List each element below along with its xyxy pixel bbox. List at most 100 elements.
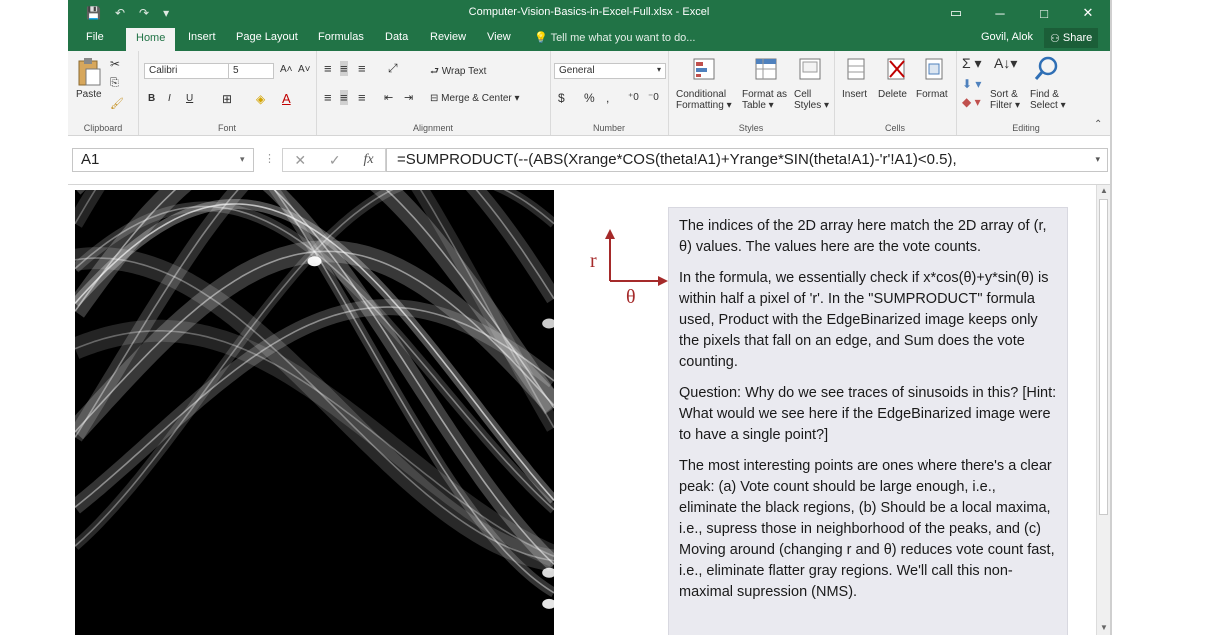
name-box-dropdown-icon[interactable]: ▾: [240, 154, 245, 165]
format-cells-icon[interactable]: [922, 57, 946, 81]
scroll-down-icon[interactable]: ▼: [1100, 623, 1108, 632]
alignment-group: ≡ ≡ ≡ ⤢ ⮐ Wrap Text ≡ ≡ ≡ ⇤ ⇥ ⊟ Merge & …: [316, 51, 551, 135]
tab-home[interactable]: Home: [126, 28, 176, 51]
vertical-scrollbar[interactable]: ▲ ▼: [1096, 185, 1110, 635]
cell-styles-button[interactable]: Cell Styles ▾: [794, 89, 829, 111]
sort-filter-button[interactable]: Sort & Filter ▾: [990, 89, 1020, 111]
window-right-border: [1110, 0, 1112, 635]
shrink-font-icon[interactable]: A˅: [298, 64, 311, 75]
format-button[interactable]: Format: [916, 89, 948, 100]
autosum-icon[interactable]: Σ ▾: [962, 55, 982, 72]
conditional-formatting-button[interactable]: Conditional Formatting ▾: [676, 89, 732, 111]
delete-button[interactable]: Delete: [878, 89, 907, 100]
cut-icon[interactable]: ✂: [110, 57, 120, 71]
align-center-icon[interactable]: ≡: [340, 90, 348, 105]
minimize-button[interactable]: ─: [978, 0, 1022, 26]
tab-data[interactable]: Data: [385, 31, 408, 43]
number-format-dropdown[interactable]: General ▾: [554, 63, 666, 79]
italic-button[interactable]: I: [168, 93, 171, 104]
format-as-table-button[interactable]: Format as Table ▾: [742, 89, 787, 111]
scroll-thumb[interactable]: [1099, 199, 1108, 515]
fill-color-icon[interactable]: ◈: [256, 92, 265, 106]
insert-cells-icon[interactable]: [844, 57, 868, 81]
tab-file[interactable]: File: [86, 31, 104, 43]
cells-group: Insert Delete Format Cells: [834, 51, 957, 135]
theta-axis-arrow-icon: [658, 276, 668, 286]
paste-label[interactable]: Paste: [76, 89, 102, 100]
tab-view[interactable]: View: [487, 31, 511, 43]
ribbon-tabs: File Home Insert Page Layout Formulas Da…: [68, 26, 1110, 51]
find-select-button[interactable]: Find & Select ▾: [1030, 89, 1066, 111]
increase-indent-icon[interactable]: ⇥: [404, 91, 413, 104]
formula-bar-grip-icon: ⋮: [264, 153, 275, 165]
bold-button[interactable]: B: [148, 93, 155, 104]
maximize-button[interactable]: □: [1022, 0, 1066, 26]
font-name-dropdown[interactable]: Calibri: [144, 63, 230, 79]
merge-icon: ⊟: [430, 93, 442, 104]
format-painter-icon[interactable]: 🖌: [110, 97, 124, 110]
tab-page-layout[interactable]: Page Layout: [236, 31, 298, 43]
currency-button[interactable]: $: [558, 91, 565, 105]
expand-formula-bar-icon[interactable]: ▾: [1095, 154, 1100, 165]
font-size-dropdown[interactable]: 5: [228, 63, 274, 79]
wrap-text-button[interactable]: ⮐ Wrap Text: [430, 64, 486, 81]
delete-cells-icon[interactable]: [884, 57, 908, 81]
title-bar: 💾 ↶ ↷ ▾ Computer-Vision-Basics-in-Excel-…: [68, 0, 1110, 26]
font-group-label: Font: [217, 123, 236, 133]
insert-function-button[interactable]: fx: [363, 152, 373, 168]
align-middle-icon[interactable]: ≡: [340, 61, 348, 76]
excel-window: 💾 ↶ ↷ ▾ Computer-Vision-Basics-in-Excel-…: [68, 0, 1110, 635]
sort-filter-icon[interactable]: A↓▾: [994, 55, 1017, 72]
scroll-up-icon[interactable]: ▲: [1100, 186, 1108, 195]
underline-button[interactable]: U: [186, 93, 193, 104]
clipboard-group-label: Clipboard: [83, 123, 123, 133]
fill-icon[interactable]: ⬇ ▾: [962, 77, 981, 91]
format-as-table-icon[interactable]: [754, 57, 778, 81]
cell-styles-icon[interactable]: [798, 57, 822, 81]
textbox-paragraph-4: The most interesting points are ones whe…: [679, 458, 1055, 600]
borders-icon[interactable]: ⊞: [222, 92, 232, 106]
tell-me-search[interactable]: 💡 Tell me what you want to do...: [534, 31, 695, 44]
decrease-decimal-icon[interactable]: ⁻0: [648, 92, 659, 103]
align-right-icon[interactable]: ≡: [358, 90, 366, 105]
align-left-icon[interactable]: ≡: [324, 90, 332, 105]
user-name[interactable]: Govil, Alok: [981, 31, 1033, 43]
formula-bar: A1 ▾ ⋮ ✕ ✓ fx =SUMPRODUCT(--(ABS(Xrange*…: [68, 136, 1110, 185]
clear-icon[interactable]: ◆ ▾: [962, 95, 981, 109]
orientation-icon[interactable]: ⤢: [388, 61, 398, 76]
paste-icon[interactable]: [76, 57, 102, 87]
conditional-formatting-icon[interactable]: [692, 57, 716, 81]
comma-button[interactable]: ,: [606, 91, 609, 105]
increase-decimal-icon[interactable]: ⁺0: [628, 92, 639, 103]
share-button[interactable]: ⚇ Share: [1044, 28, 1099, 48]
hough-peak: [307, 256, 322, 267]
close-button[interactable]: ✕: [1066, 0, 1110, 26]
name-box[interactable]: A1: [72, 148, 254, 172]
worksheet[interactable]: r θ The indices of the 2D array here mat…: [68, 185, 1110, 635]
grow-font-icon[interactable]: A˄: [280, 64, 293, 75]
tab-insert[interactable]: Insert: [188, 31, 216, 43]
r-theta-axes-diagram: r θ: [590, 229, 668, 305]
ribbon-display-button[interactable]: ▭: [934, 0, 978, 26]
merge-center-button[interactable]: ⊟ Merge & Center ▾: [430, 93, 520, 104]
theta-axis-label: θ: [626, 286, 636, 305]
tab-formulas[interactable]: Formulas: [318, 31, 364, 43]
number-group-label: Number: [592, 123, 625, 133]
tab-review[interactable]: Review: [430, 31, 466, 43]
copy-icon[interactable]: ⎘: [110, 77, 119, 90]
find-select-icon[interactable]: [1034, 55, 1060, 81]
font-group: Calibri 5 A˄ A˅ B I U ⊞ ◈ A Font: [138, 51, 317, 135]
insert-button[interactable]: Insert: [842, 89, 867, 100]
explanation-textbox[interactable]: The indices of the 2D array here match t…: [668, 207, 1068, 635]
percent-button[interactable]: %: [584, 91, 595, 105]
collapse-ribbon-icon[interactable]: ⌃: [1094, 119, 1102, 130]
font-color-icon[interactable]: A: [282, 91, 291, 106]
cancel-icon[interactable]: ✕: [294, 152, 306, 169]
align-bottom-icon[interactable]: ≡: [358, 61, 366, 76]
formula-input[interactable]: =SUMPRODUCT(--(ABS(Xrange*COS(theta!A1)+…: [386, 148, 1108, 172]
styles-group: Conditional Formatting ▾ Format as Table ▾…: [668, 51, 835, 135]
decrease-indent-icon[interactable]: ⇤: [384, 91, 393, 104]
align-top-icon[interactable]: ≡: [324, 61, 332, 76]
hough-accumulator-image[interactable]: [75, 190, 554, 635]
enter-icon[interactable]: ✓: [329, 152, 341, 169]
